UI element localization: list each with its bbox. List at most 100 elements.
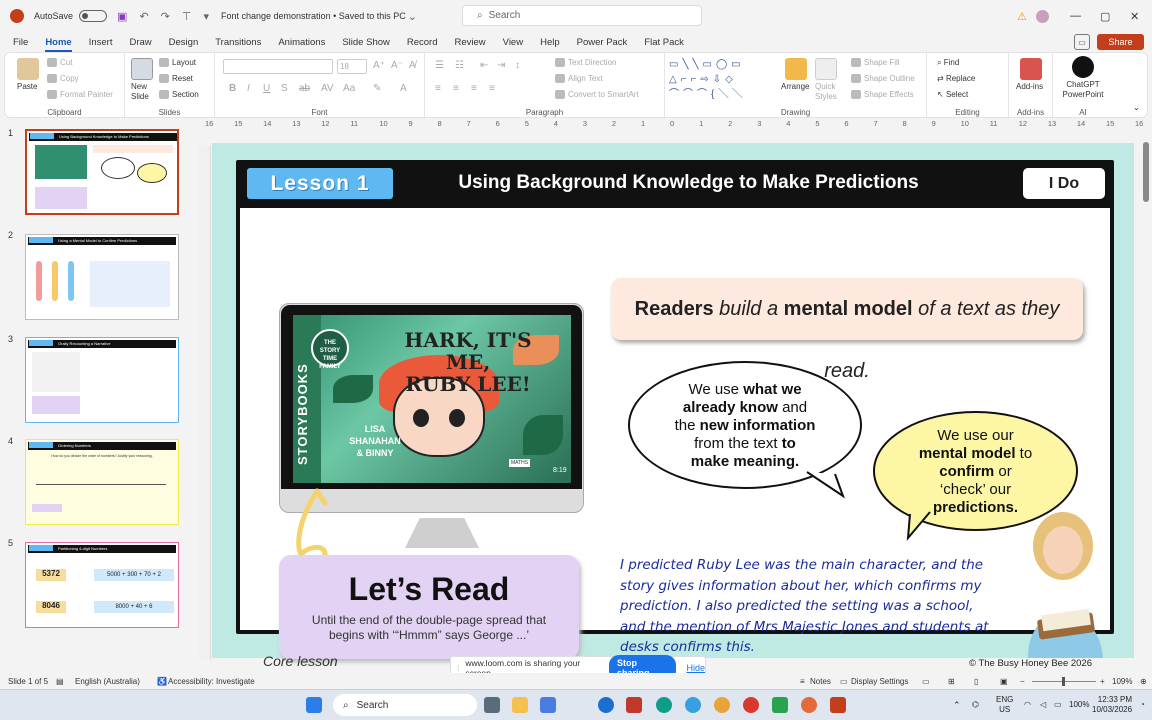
maximize-icon[interactable]: ▢	[1100, 0, 1110, 32]
lesson-badge[interactable]: Lesson 1	[247, 168, 393, 199]
chevron-down-icon[interactable]: ⌄	[408, 10, 417, 23]
prediction-text[interactable]: I predicted Ruby Lee was the main charac…	[620, 555, 1000, 658]
language-indicator[interactable]: ENG US	[996, 695, 1013, 715]
slide-title[interactable]: Using Background Knowledge to Make Predi…	[416, 167, 961, 199]
search-box[interactable]: ⌕ Search	[462, 5, 702, 26]
highlight-icon[interactable]: ✎	[373, 83, 381, 94]
align-right-icon[interactable]: ≡	[471, 83, 477, 94]
wifi-icon[interactable]: ◠	[1024, 700, 1031, 709]
bold-icon[interactable]: B	[229, 83, 236, 94]
zoom-in-icon[interactable]: +	[1100, 677, 1105, 686]
display-settings-icon[interactable]: ▭	[840, 677, 848, 686]
chatgpt-button[interactable]: ChatGPT PowerPoint	[1057, 80, 1109, 100]
network-icon[interactable]: ⌬	[972, 700, 979, 709]
collapse-ribbon-icon[interactable]: ⌄	[1133, 103, 1140, 112]
accessibility-label[interactable]: Accessibility: Investigate	[168, 677, 255, 686]
chatgpt-icon[interactable]	[1072, 56, 1094, 78]
increase-font-icon[interactable]: A⁺	[373, 60, 385, 71]
file-explorer-icon[interactable]	[512, 697, 528, 713]
redo-icon[interactable]: ↷	[161, 10, 170, 23]
cut-button[interactable]: Cut	[47, 58, 72, 68]
text-direction-button[interactable]: Text Direction	[555, 58, 616, 68]
decrease-font-icon[interactable]: A⁻	[391, 60, 403, 71]
bullets-icon[interactable]: ☰	[435, 60, 444, 71]
taskbar-search[interactable]: ⌕ Search	[333, 694, 477, 716]
tab-view[interactable]: View	[503, 37, 523, 48]
mcafee-icon[interactable]	[626, 697, 642, 713]
readers-statement-box[interactable]: Readers build a mental model of a text a…	[611, 278, 1083, 382]
smartart-button[interactable]: Convert to SmartArt	[555, 90, 639, 100]
tab-record[interactable]: Record	[407, 37, 438, 48]
hide-link[interactable]: Hide	[686, 663, 705, 673]
new-slide-icon[interactable]	[131, 58, 153, 80]
tab-power-pack[interactable]: Power Pack	[577, 37, 628, 48]
slide-sorter-icon[interactable]: ⊞	[948, 677, 955, 686]
align-center-icon[interactable]: ≡	[453, 83, 459, 94]
notes-icon[interactable]: ≡	[800, 677, 805, 686]
app-icon[interactable]	[772, 697, 788, 713]
comments-icon[interactable]: ▭	[1074, 34, 1090, 50]
save-icon[interactable]: ▣	[117, 10, 127, 23]
autosave-toggle[interactable]	[79, 10, 108, 22]
normal-view-icon[interactable]: ▭	[922, 677, 930, 686]
align-left-icon[interactable]: ≡	[435, 83, 441, 94]
warning-icon[interactable]: ⚠	[1017, 0, 1027, 32]
document-title[interactable]: Font change demonstration • Saved to thi…	[221, 11, 406, 21]
tab-animations[interactable]: Animations	[278, 37, 325, 48]
share-button[interactable]: Share	[1097, 34, 1144, 50]
reading-view-icon[interactable]: ▯	[974, 677, 978, 686]
slide-thumbnail-1[interactable]: Using Background Knowledge to Make Predi…	[25, 129, 179, 215]
find-button[interactable]: ⌕ Find	[937, 58, 959, 68]
task-view-icon[interactable]	[484, 697, 500, 713]
tab-insert[interactable]: Insert	[89, 37, 113, 48]
justify-icon[interactable]: ≡	[489, 83, 495, 94]
addins-button[interactable]: Add-ins	[1016, 82, 1043, 91]
slide-thumbnail-2[interactable]: Using a Mental Model to Confirm Predicti…	[25, 234, 179, 320]
lets-read-box[interactable]: Let’s Read Until the end of the double-p…	[279, 555, 579, 659]
decrease-indent-icon[interactable]: ⇤	[480, 60, 488, 71]
font-color-icon[interactable]: A	[400, 83, 407, 94]
reset-button[interactable]: Reset	[159, 74, 193, 84]
volume-icon[interactable]: ◁	[1040, 700, 1046, 709]
edge-dev-icon[interactable]	[656, 697, 672, 713]
display-settings-button[interactable]: Display Settings	[851, 677, 908, 686]
line-spacing-icon[interactable]: ↕	[515, 60, 520, 71]
app-icon[interactable]	[743, 697, 759, 713]
arrange-button[interactable]: Arrange	[781, 82, 809, 91]
clear-format-icon[interactable]: A̸	[409, 60, 416, 71]
paste-icon[interactable]	[17, 58, 39, 80]
slide-thumbnail-4[interactable]: Ordering Numbers How do you decide the o…	[25, 439, 179, 525]
quick-styles-icon[interactable]	[815, 58, 837, 80]
tab-design[interactable]: Design	[169, 37, 199, 48]
tab-flat-pack[interactable]: Flat Pack	[644, 37, 684, 48]
copilot-icon[interactable]	[540, 697, 556, 713]
align-text-button[interactable]: Align Text	[555, 74, 603, 84]
new-slide-button[interactable]: New Slide	[131, 82, 157, 102]
shadow-icon[interactable]: S	[281, 83, 288, 94]
fit-slide-icon[interactable]: ⊕	[1140, 677, 1147, 686]
notifications-icon[interactable]: ◔	[1140, 700, 1145, 709]
italic-icon[interactable]: I	[247, 83, 250, 94]
shape-outline-button[interactable]: Shape Outline	[851, 74, 915, 84]
close-icon[interactable]: ✕	[1130, 0, 1139, 32]
minimize-icon[interactable]: —	[1070, 0, 1081, 32]
slide-canvas[interactable]: Lesson 1 Using Background Knowledge to M…	[212, 143, 1134, 669]
shape-fill-button[interactable]: Shape Fill	[851, 58, 900, 68]
tab-file[interactable]: File	[13, 37, 28, 48]
change-case-icon[interactable]: Aa	[343, 83, 355, 94]
present-icon[interactable]: ⊤	[182, 10, 192, 23]
accessibility-icon[interactable]: ♿	[157, 677, 167, 686]
replace-button[interactable]: ⇄ Replace	[937, 74, 975, 83]
paste-button[interactable]: Paste	[17, 82, 37, 91]
shape-effects-button[interactable]: Shape Effects	[851, 90, 914, 100]
numbering-icon[interactable]: ☷	[455, 60, 464, 71]
edge-icon[interactable]	[598, 697, 614, 713]
layout-button[interactable]: Layout	[159, 58, 196, 68]
chrome-icon[interactable]	[714, 697, 730, 713]
notes-button[interactable]: Notes	[810, 677, 831, 686]
drag-handle-icon[interactable]: ⁞	[457, 663, 459, 673]
undo-icon[interactable]: ↶	[139, 10, 148, 23]
quick-styles-button[interactable]: Quick Styles	[815, 82, 845, 102]
account-avatar[interactable]	[1036, 0, 1049, 32]
underline-icon[interactable]: U	[263, 83, 270, 94]
